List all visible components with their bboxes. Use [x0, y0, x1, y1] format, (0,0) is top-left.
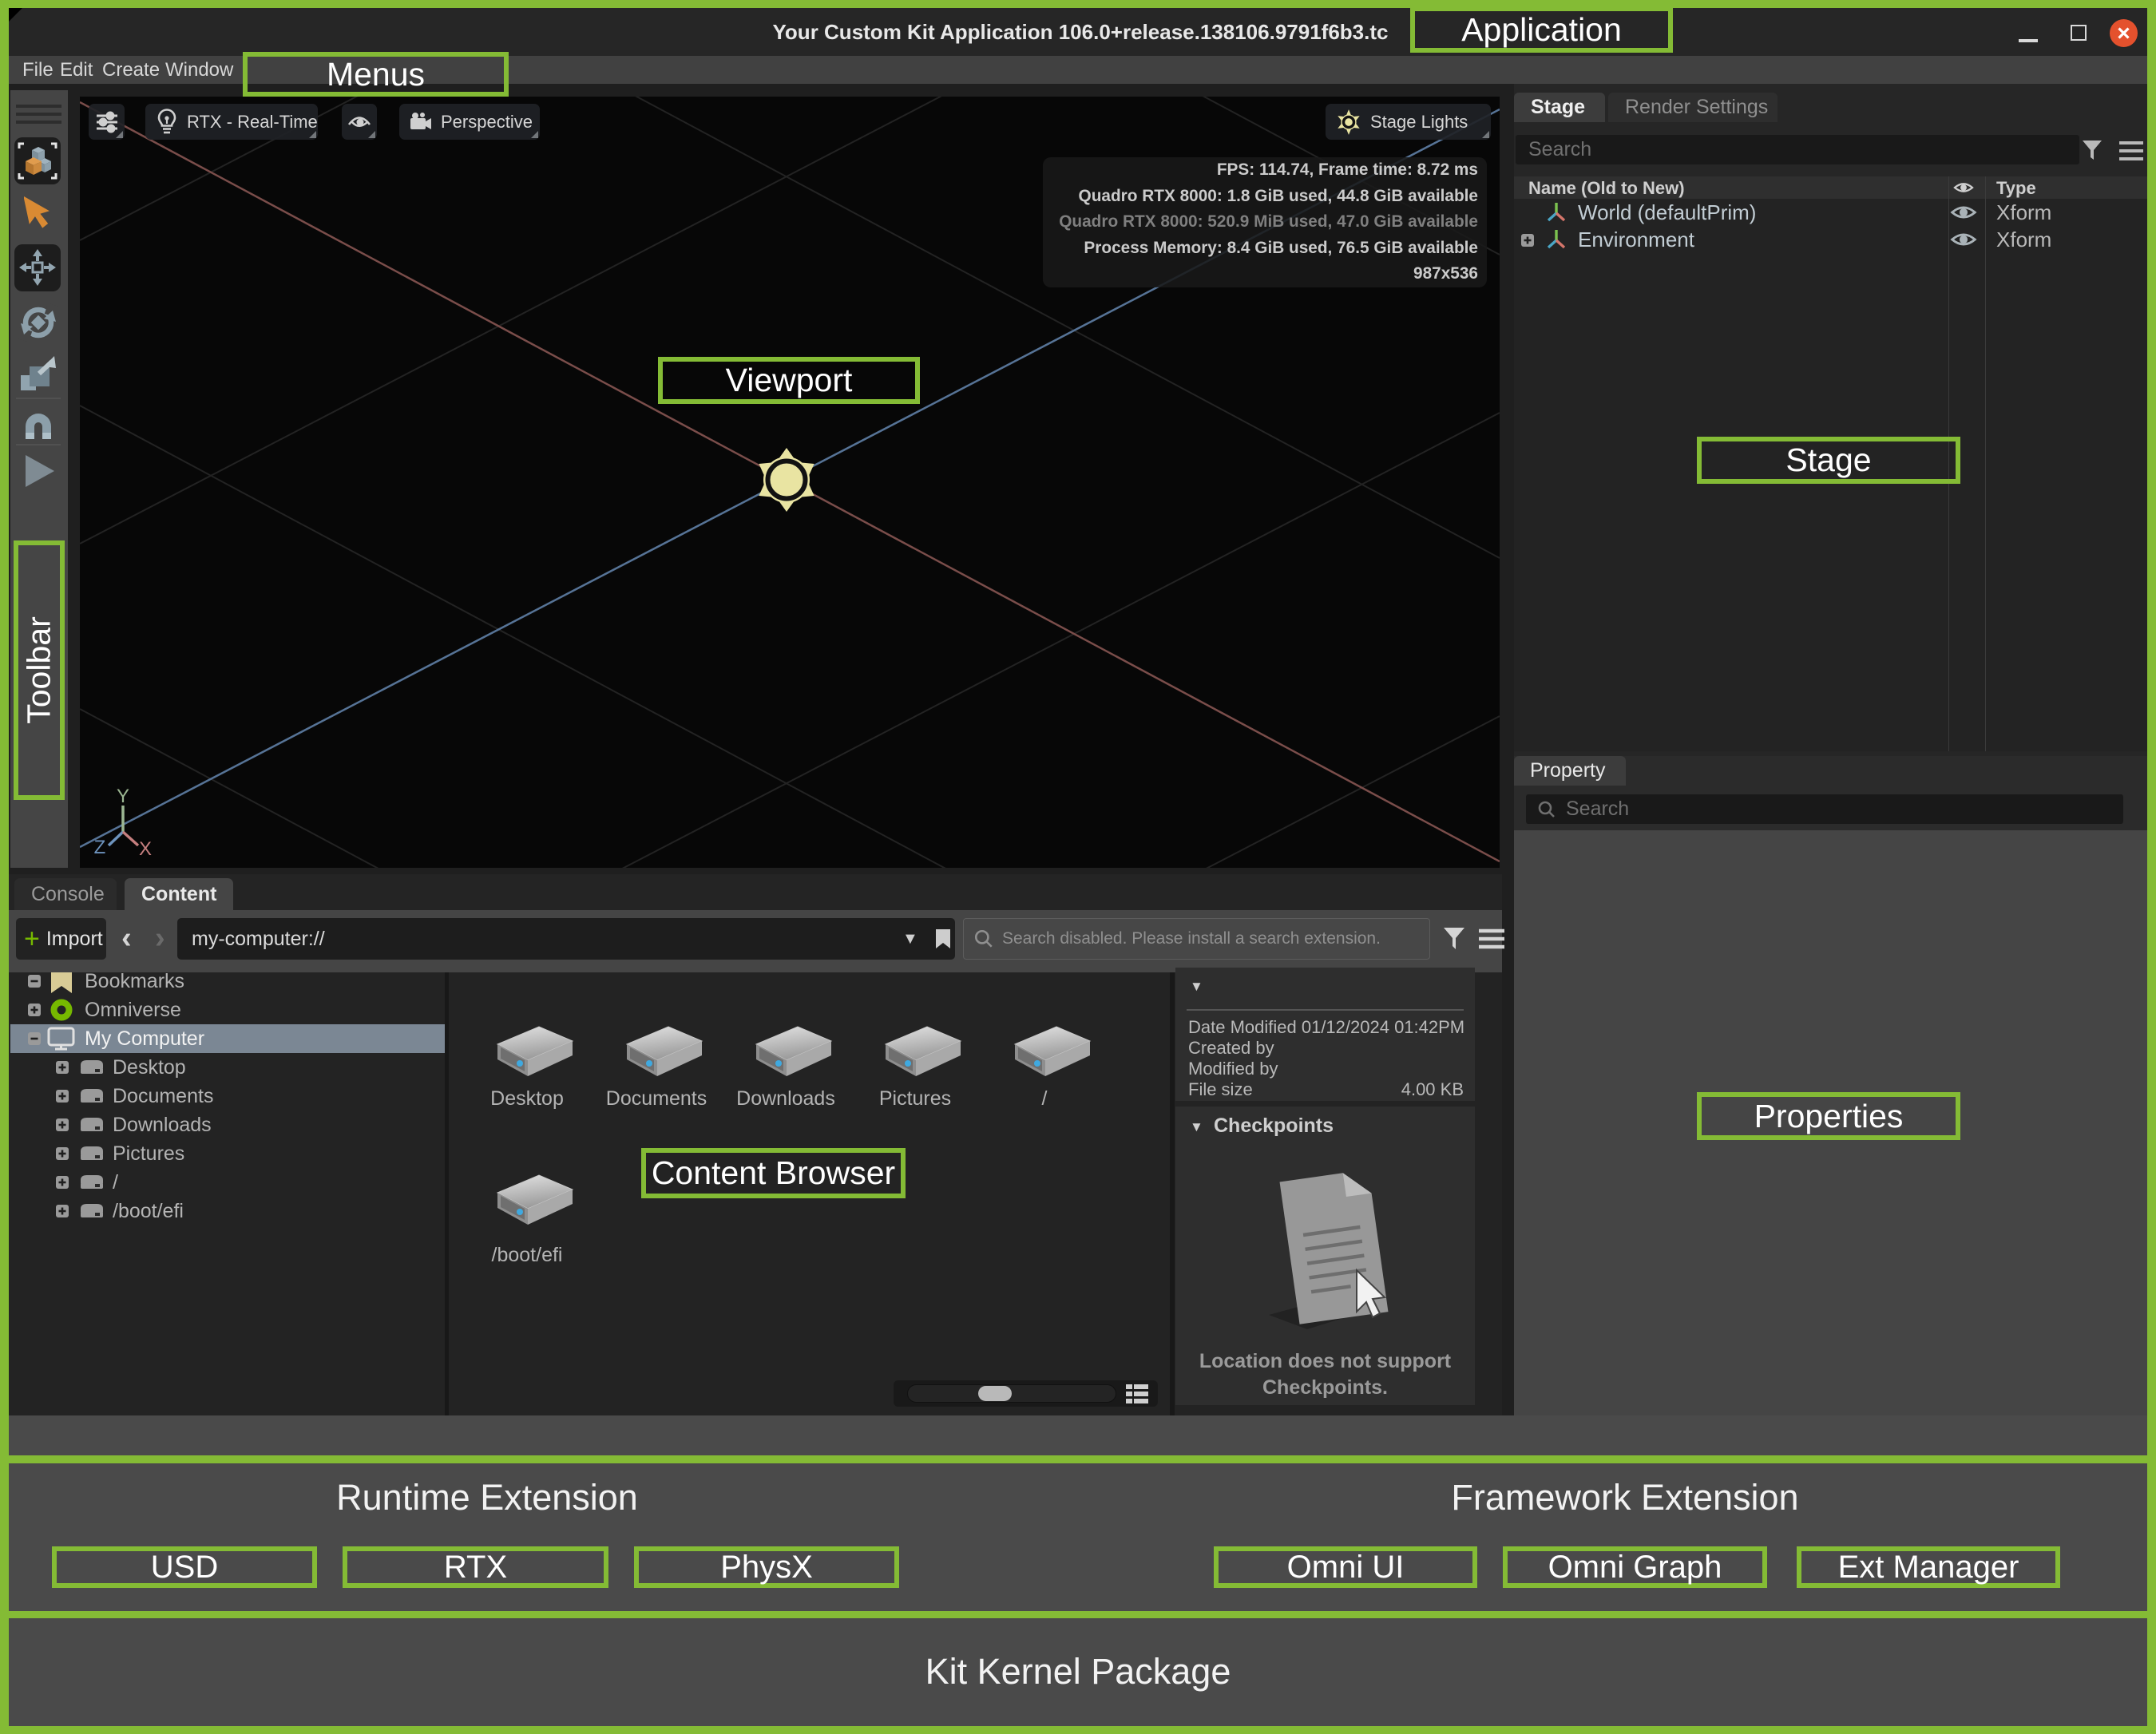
svg-text:Xform: Xform [1996, 228, 2051, 251]
svg-text:Z: Z [94, 837, 106, 858]
svg-text:/: / [113, 1171, 118, 1194]
svg-text:World (defaultPrim): World (defaultPrim) [1578, 200, 1756, 224]
svg-text:Environment: Environment [1578, 228, 1695, 251]
svg-text:Desktop: Desktop [113, 1056, 186, 1079]
svg-text:My Computer: My Computer [85, 1027, 204, 1050]
svg-text:Y: Y [117, 786, 129, 807]
svg-text:Omniverse: Omniverse [85, 999, 181, 1021]
svg-text:X: X [139, 838, 152, 860]
svg-text:Xform: Xform [1996, 200, 2051, 224]
svg-text:Bookmarks: Bookmarks [85, 972, 184, 992]
svg-text:Pictures: Pictures [113, 1142, 184, 1165]
svg-text:/boot/efi: /boot/efi [113, 1200, 184, 1222]
svg-text:Downloads: Downloads [113, 1114, 212, 1136]
svg-text:Documents: Documents [113, 1085, 213, 1107]
